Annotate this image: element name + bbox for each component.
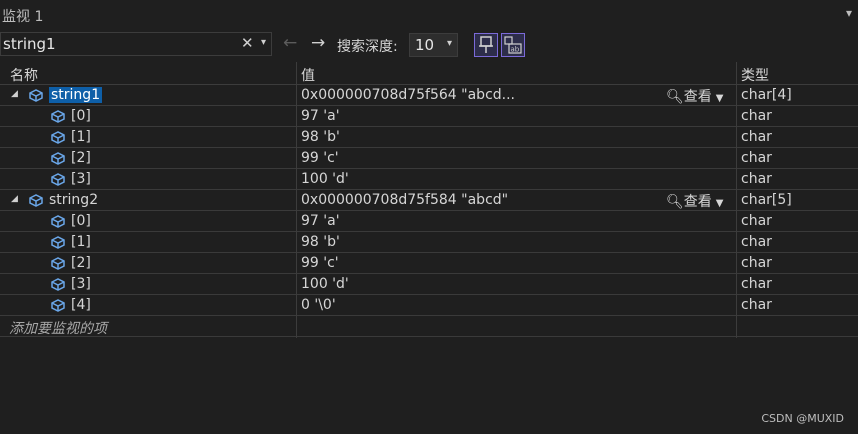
watch-value[interactable]: 0x000000708d75f564 "abcd... — [301, 87, 515, 103]
watch-type: char — [741, 213, 772, 229]
watch-type: char — [741, 171, 772, 187]
watch-name[interactable]: [3] — [71, 276, 91, 292]
watch-row[interactable]: [3] 100 'd' char — [0, 169, 858, 190]
watch-value[interactable]: 97 'a' — [301, 108, 340, 124]
search-depth-label: 搜索深度: — [337, 39, 398, 55]
watermark: CSDN @MUXID — [761, 412, 844, 425]
svg-text:ab: ab — [511, 46, 520, 54]
watch-row[interactable]: [1] 98 'b' char — [0, 127, 858, 148]
search-input[interactable] — [1, 33, 235, 55]
watch-name[interactable]: [1] — [71, 234, 91, 250]
watch-type: char — [741, 276, 772, 292]
watch-type: char — [741, 234, 772, 250]
watch-name[interactable]: string2 — [49, 192, 98, 208]
watch-name[interactable]: [0] — [71, 108, 91, 124]
variable-icon — [49, 255, 67, 271]
column-divider-value-type[interactable] — [736, 62, 737, 338]
variable-icon — [49, 150, 67, 166]
variable-icon — [27, 87, 45, 103]
watch-name[interactable]: string1 — [49, 87, 103, 103]
view-label: 查看 — [683, 89, 712, 105]
watch-type: char — [741, 255, 772, 271]
watch-row[interactable]: [3] 100 'd' char — [0, 274, 858, 295]
watch-value[interactable]: 98 'b' — [301, 129, 340, 145]
grid-header: 名称 值 类型 — [0, 62, 858, 85]
variable-icon — [49, 276, 67, 292]
variable-icon — [49, 108, 67, 124]
variable-icon — [49, 297, 67, 313]
search-previous-icon[interactable]: ← — [283, 33, 297, 53]
expand-collapse-icon[interactable]: ◢ — [11, 194, 18, 204]
variable-icon — [49, 213, 67, 229]
clear-search-icon[interactable]: ✕ — [241, 34, 254, 52]
window-menu-button[interactable]: ▾ — [846, 6, 852, 20]
add-watch-row[interactable]: 添加要监视的项 — [0, 316, 858, 337]
watch-value[interactable]: 99 'c' — [301, 150, 339, 166]
magnifier-icon: 🔍︎ — [666, 194, 684, 210]
watch-type: char — [741, 150, 772, 166]
column-divider-name-value[interactable] — [296, 62, 297, 338]
expand-collapse-icon[interactable]: ◢ — [11, 89, 18, 99]
search-depth-select[interactable]: 10 ▾ — [409, 33, 458, 57]
pin-filter-button[interactable] — [474, 33, 498, 57]
watch-name[interactable]: [3] — [71, 171, 91, 187]
search-next-icon[interactable]: → — [311, 33, 325, 53]
search-history-dropdown-icon[interactable]: ▾ — [261, 37, 266, 48]
hex-display-button[interactable]: ab — [501, 33, 525, 57]
window-title: 监视 1 — [2, 9, 44, 25]
chevron-down-icon: ▾ — [446, 38, 452, 49]
watch-toolbar: ✕ ▾ ← → 搜索深度: 10 ▾ ab — [0, 30, 858, 60]
watch-type: char — [741, 108, 772, 124]
watch-row[interactable]: [1] 98 'b' char — [0, 232, 858, 253]
variable-icon — [27, 192, 45, 208]
watch-name[interactable]: [2] — [71, 255, 91, 271]
watch-value[interactable]: 100 'd' — [301, 276, 349, 292]
watch-row[interactable]: [2] 99 'c' char — [0, 148, 858, 169]
chevron-down-icon[interactable]: ▼ — [716, 198, 724, 209]
watch-row[interactable]: [4] 0 '\0' char — [0, 295, 858, 316]
variable-icon — [49, 234, 67, 250]
watch-value[interactable]: 100 'd' — [301, 171, 349, 187]
watch-type: char — [741, 129, 772, 145]
watch-value[interactable]: 0 '\0' — [301, 297, 336, 313]
visualizer-view-button[interactable]: 🔍︎查看 ▼ — [666, 86, 723, 106]
search-box[interactable]: ✕ ▾ — [0, 32, 272, 56]
column-header-name[interactable]: 名称 — [10, 65, 38, 85]
watch-name[interactable]: [2] — [71, 150, 91, 166]
hex-display-icon: ab — [504, 36, 522, 54]
pin-icon — [479, 36, 493, 53]
watch-value[interactable]: 0x000000708d75f584 "abcd" — [301, 192, 508, 208]
watch-name[interactable]: [4] — [71, 297, 91, 313]
view-label: 查看 — [683, 194, 712, 210]
watch-value[interactable]: 97 'a' — [301, 213, 340, 229]
magnifier-icon: 🔍︎ — [666, 89, 684, 105]
watch-type: char — [741, 297, 772, 313]
watch-window-titlebar: 监视 1 ▾ — [0, 0, 858, 30]
watch-row[interactable]: [0] 97 'a' char — [0, 106, 858, 127]
watch-value[interactable]: 98 'b' — [301, 234, 340, 250]
column-header-type[interactable]: 类型 — [741, 65, 769, 85]
watch-row[interactable]: ◢ string2 0x000000708d75f584 "abcd" 🔍︎查看 ▼ ch… — [0, 190, 858, 211]
visualizer-view-button[interactable]: 🔍︎查看 ▼ — [666, 191, 723, 211]
search-depth-value: 10 — [415, 36, 435, 54]
watch-row[interactable]: [0] 97 'a' char — [0, 211, 858, 232]
watch-row[interactable]: [2] 99 'c' char — [0, 253, 858, 274]
chevron-down-icon[interactable]: ▼ — [716, 93, 724, 104]
add-watch-placeholder[interactable]: 添加要监视的项 — [9, 318, 107, 338]
variable-icon — [49, 129, 67, 145]
column-header-value[interactable]: 值 — [301, 65, 315, 85]
variable-icon — [49, 171, 67, 187]
watch-name[interactable]: [0] — [71, 213, 91, 229]
watch-row[interactable]: ◢ string1 0x000000708d75f564 "abcd... 🔍︎查看 ▼… — [0, 85, 858, 106]
watch-value[interactable]: 99 'c' — [301, 255, 339, 271]
watch-name[interactable]: [1] — [71, 129, 91, 145]
watch-type: char[4] — [741, 87, 792, 103]
watch-type: char[5] — [741, 192, 792, 208]
